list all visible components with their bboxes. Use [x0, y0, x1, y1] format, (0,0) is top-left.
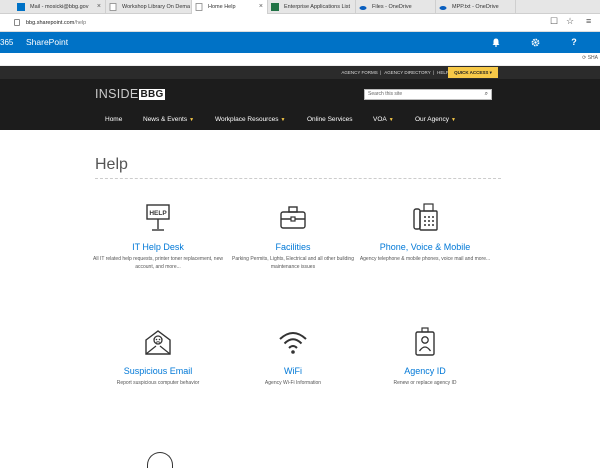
browser-tab-bar: Mail - mosicki@bbg.gov × Workshop Librar…: [0, 0, 600, 14]
tab-label: Files - OneDrive: [372, 4, 412, 10]
chevron-down-icon: ▼: [388, 117, 394, 123]
nav-item-our-agency[interactable]: Our Agency ▼: [415, 112, 456, 128]
tile-phone-voice-mobile[interactable]: Phone, Voice & Mobile Agency telephone &…: [345, 203, 505, 263]
title-divider: [95, 178, 501, 179]
lock-icon: [14, 19, 20, 26]
nav-label: Workplace Resources: [215, 116, 279, 123]
page-title: Help: [95, 156, 128, 173]
tab-label: MPP.txt - OneDrive: [452, 4, 499, 10]
bell-icon[interactable]: [480, 32, 512, 53]
toolbox-icon: [280, 206, 306, 229]
nav-item-online-services[interactable]: Online Services: [307, 112, 353, 128]
svg-text:HELP: HELP: [149, 210, 167, 217]
nav-label: Online Services: [307, 116, 353, 123]
suspicious-email-icon: [145, 330, 171, 355]
tile-agency-id[interactable]: Agency ID Renew or replace agency ID: [345, 327, 505, 387]
suite-bar: 365 SharePoint ?: [0, 32, 600, 53]
nav-item-workplace-resources[interactable]: Workplace Resources ▼: [215, 112, 285, 128]
tile-title[interactable]: Agency ID: [345, 366, 505, 376]
browser-tab-mpp[interactable]: MPP.txt - OneDrive: [436, 0, 516, 14]
outlook-icon: [17, 3, 25, 11]
chevron-down-icon: ▼: [189, 117, 195, 123]
gear-icon[interactable]: [519, 32, 551, 53]
close-tab-icon[interactable]: ×: [97, 0, 101, 14]
url-field[interactable]: bbg.sharepoint.com/help: [26, 14, 86, 32]
page-icon: [109, 3, 117, 11]
url-host: bbg.sharepoint.com: [26, 20, 75, 26]
tab-label: Home Help: [208, 4, 236, 10]
wifi-icon: [279, 332, 307, 354]
tab-label: Workshop Library On Dema: [122, 4, 191, 10]
address-bar: bbg.sharepoint.com/help ☐ ☆ ≡: [0, 14, 600, 32]
site-header: INSIDE BBG Search this site ⌕ Home News &…: [0, 79, 600, 130]
search-input[interactable]: Search this site ⌕: [364, 89, 492, 100]
page-icon: [195, 3, 203, 11]
quick-access-button[interactable]: QUICK ACCESS ▾: [448, 67, 498, 78]
link-agency-directory[interactable]: AGENCY DIRECTORY: [384, 70, 431, 75]
nav-label: VOA: [373, 116, 387, 123]
main-nav: Home News & Events ▼ Workplace Resources ▼…: [0, 112, 600, 128]
office365-label[interactable]: 365: [0, 32, 13, 53]
browser-tab-home-help[interactable]: Home Help ×: [192, 0, 268, 14]
reading-view-icon[interactable]: ☐: [550, 16, 558, 27]
nav-item-news-events[interactable]: News & Events ▼: [143, 112, 194, 128]
app-name[interactable]: SharePoint: [26, 32, 68, 53]
chevron-down-icon: ▼: [280, 117, 286, 123]
utility-bar: AGENCY FORMS| AGENCY DIRECTORY| HELP| A-…: [0, 66, 600, 79]
tile-description: Agency telephone & mobile phones, voice …: [359, 256, 491, 262]
partial-tile-icon: [147, 452, 173, 468]
logo-mark: BBG: [139, 89, 165, 100]
tab-label: Mail - mosicki@bbg.gov: [30, 4, 89, 10]
tab-label: Enterprise Applications List: [284, 4, 351, 10]
help-sign-icon: HELP: [146, 204, 170, 231]
search-icon[interactable]: ⌕: [485, 90, 488, 99]
link-agency-forms[interactable]: AGENCY FORMS: [341, 70, 377, 75]
share-label: SHA: [587, 55, 598, 61]
search-placeholder: Search this site: [368, 91, 403, 97]
phone-icon: [413, 203, 438, 231]
browser-tab-enterprise[interactable]: Enterprise Applications List: [268, 0, 356, 14]
nav-item-home[interactable]: Home: [105, 112, 122, 128]
nav-label: News & Events: [143, 116, 188, 123]
site-logo[interactable]: INSIDE BBG: [95, 87, 165, 101]
favorite-star-icon[interactable]: ☆: [566, 16, 574, 27]
share-row: ⟳ SHA: [0, 53, 600, 66]
close-tab-icon[interactable]: ×: [259, 0, 263, 14]
browser-tab-files[interactable]: Files - OneDrive: [356, 0, 436, 14]
tile-title[interactable]: Phone, Voice & Mobile: [345, 242, 505, 252]
share-button[interactable]: ⟳ SHA: [582, 55, 598, 61]
chevron-down-icon: ▼: [450, 117, 456, 123]
id-badge-icon: [415, 327, 435, 356]
nav-item-voa[interactable]: VOA ▼: [373, 112, 394, 128]
onedrive-icon: [439, 6, 447, 10]
onedrive-icon: [359, 6, 367, 10]
logo-text: INSIDE: [95, 87, 139, 101]
excel-icon: [271, 3, 279, 11]
help-question-icon[interactable]: ?: [558, 32, 590, 53]
quick-access-label: QUICK ACCESS: [454, 70, 489, 75]
browser-tab-workshop[interactable]: Workshop Library On Dema: [106, 0, 192, 14]
hub-menu-icon[interactable]: ≡: [586, 16, 591, 26]
nav-label: Home: [105, 116, 123, 123]
tile-description: Renew or replace agency ID: [393, 380, 457, 386]
url-path: /help: [74, 20, 87, 26]
browser-tab-mail[interactable]: Mail - mosicki@bbg.gov ×: [14, 0, 106, 14]
nav-label: Our Agency: [415, 116, 449, 123]
